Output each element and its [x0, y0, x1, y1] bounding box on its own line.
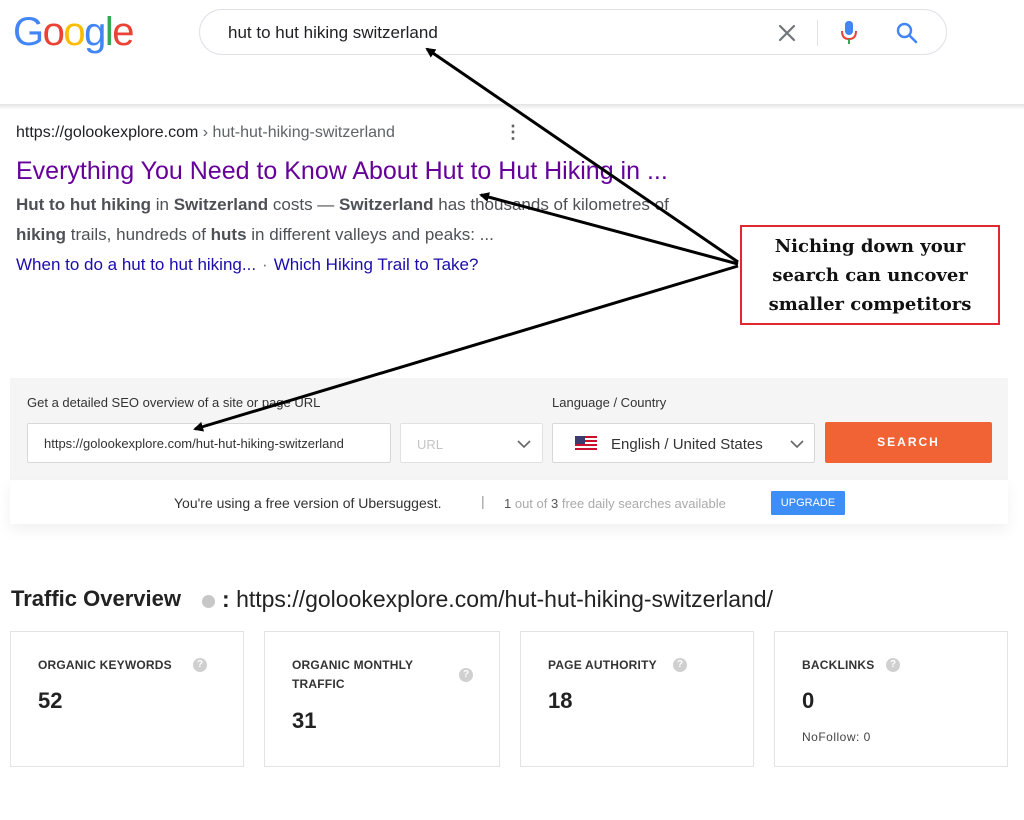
- search-quota-text: 1 out of 3 free daily searches available: [504, 496, 726, 511]
- nofollow-count: NoFollow: 0: [802, 730, 871, 744]
- metric-card-organic-keywords: ORGANIC KEYWORDS ? 52: [10, 631, 244, 767]
- cite-domain: https://golookexplore.com: [16, 124, 199, 141]
- snippet-text: trails, hundreds of: [66, 225, 211, 244]
- language-country-select[interactable]: English / United States: [552, 423, 815, 463]
- logo-letter: g: [84, 10, 106, 54]
- more-options-icon[interactable]: ⋮: [504, 122, 522, 142]
- url-input[interactable]: https://golookexplore.com/hut-hut-hiking…: [27, 423, 391, 463]
- metric-label: ORGANIC MONTHLY TRAFFIC: [292, 658, 414, 691]
- quota-tail: free daily searches available: [558, 496, 726, 511]
- snippet-bold-term: huts: [210, 225, 247, 244]
- language-field-label: Language / Country: [552, 395, 667, 410]
- chevron-down-icon: [517, 440, 531, 449]
- logo-letter: o: [63, 10, 85, 54]
- url-type-placeholder: URL: [417, 437, 444, 452]
- help-icon[interactable]: ?: [673, 658, 687, 672]
- search-result: https://golookexplore.com › hut-hut-hiki…: [16, 122, 836, 280]
- free-version-message: You're using a free version of Ubersugge…: [174, 495, 442, 511]
- logo-letter: e: [112, 10, 134, 54]
- chevron-down-icon: [790, 440, 804, 449]
- url-field-label: Get a detailed SEO overview of a site or…: [27, 395, 321, 410]
- result-title-link[interactable]: Everything You Need to Know About Hut to…: [16, 156, 836, 186]
- sitelink-separator: ·: [262, 255, 268, 274]
- logo-letter: o: [42, 10, 65, 54]
- snippet-bold-term: Hut to hut hiking: [16, 195, 152, 214]
- logo-letter: G: [13, 10, 44, 54]
- search-query-text[interactable]: hut to hut hiking switzerland: [228, 23, 438, 43]
- annotation-callout: Niching down your search can uncover sma…: [740, 225, 1000, 325]
- google-header: Google hut to hut hiking switzerland: [0, 0, 1024, 104]
- result-sitelinks: When to do a hut to hut hiking... · Which …: [16, 250, 836, 280]
- help-icon[interactable]: [202, 595, 215, 608]
- callout-line: Niching down your: [774, 236, 966, 257]
- close-icon[interactable]: [777, 23, 797, 43]
- callout-line: smaller competitors: [768, 294, 972, 315]
- result-cite[interactable]: https://golookexplore.com › hut-hut-hiki…: [16, 122, 836, 144]
- snippet-bold-term: hiking: [16, 225, 67, 244]
- help-icon[interactable]: ?: [459, 668, 473, 682]
- metric-card-page-authority: PAGE AUTHORITY ? 18: [520, 631, 754, 767]
- traffic-url-text: https://golookexplore.com/hut-hut-hiking…: [236, 586, 773, 612]
- traffic-overview-title: Traffic Overview: [11, 586, 181, 611]
- microphone-icon[interactable]: [840, 19, 858, 47]
- sitelink-when-to-do[interactable]: When to do a hut to hut hiking...: [16, 255, 256, 274]
- google-logo[interactable]: Google: [13, 8, 134, 56]
- snippet-text: in: [151, 195, 174, 214]
- metric-label: BACKLINKS: [802, 658, 875, 672]
- divider: |: [481, 493, 485, 509]
- metric-label: PAGE AUTHORITY: [548, 658, 657, 672]
- metric-card-organic-monthly-traffic: ORGANIC MONTHLY TRAFFIC ? 31: [264, 631, 500, 767]
- result-snippet: Hut to hut hiking in Switzerland costs —…: [16, 190, 836, 250]
- snippet-text: has thousands of kilometres of: [433, 195, 669, 214]
- logo-letter: l: [104, 10, 114, 54]
- traffic-colon: :: [222, 586, 230, 612]
- help-icon[interactable]: ?: [886, 658, 900, 672]
- search-button[interactable]: SEARCH: [825, 422, 992, 463]
- url-type-select[interactable]: URL: [400, 423, 543, 463]
- search-icon[interactable]: [895, 21, 919, 45]
- us-flag-icon: [575, 436, 597, 450]
- snippet-text: in different valleys and peaks: ...: [246, 225, 494, 244]
- metric-value: 52: [38, 688, 63, 713]
- header-shadow: [0, 104, 1024, 110]
- language-value: English / United States: [611, 436, 763, 453]
- help-icon[interactable]: ?: [193, 658, 207, 672]
- metric-value: 31: [292, 708, 317, 733]
- snippet-text: costs —: [268, 195, 340, 214]
- google-search-box[interactable]: hut to hut hiking switzerland: [199, 9, 947, 55]
- metric-value: 18: [548, 688, 573, 713]
- snippet-bold-term: Switzerland: [173, 195, 269, 214]
- callout-line: search can uncover: [772, 265, 968, 286]
- traffic-overview-url: : https://golookexplore.com/hut-hut-hiki…: [222, 586, 773, 613]
- metric-value: 0: [802, 688, 815, 713]
- metric-card-backlinks: BACKLINKS ? 0 NoFollow: 0: [774, 631, 1008, 767]
- cite-path: › hut-hut-hiking-switzerland: [198, 124, 395, 141]
- quota-mid: out of: [511, 496, 551, 511]
- sitelink-which-trail[interactable]: Which Hiking Trail to Take?: [274, 255, 479, 274]
- search-box-divider: [817, 20, 818, 46]
- upgrade-button[interactable]: UPGRADE: [771, 491, 845, 515]
- snippet-bold-term: Switzerland: [339, 195, 434, 214]
- metric-label: ORGANIC KEYWORDS: [38, 658, 172, 672]
